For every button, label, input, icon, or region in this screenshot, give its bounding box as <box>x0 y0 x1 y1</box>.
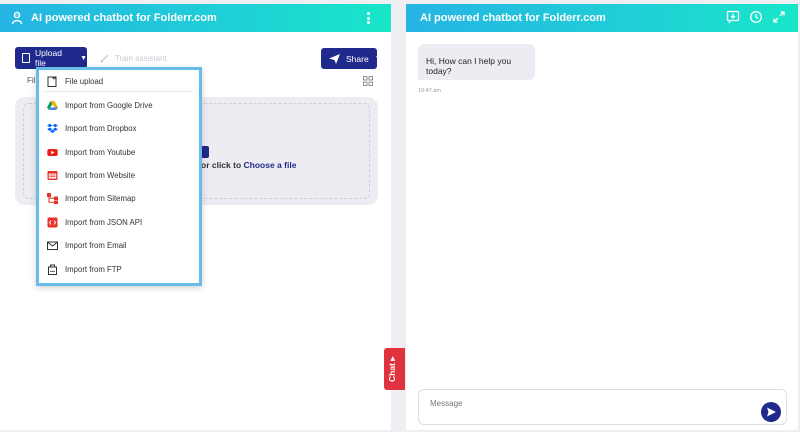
right-header: AI powered chatbot for Folderr.com <box>406 4 798 32</box>
menu-item-json-api[interactable]: Import from JSON API <box>47 214 142 230</box>
upload-file-label: Upload file <box>34 48 62 68</box>
email-icon <box>47 240 58 251</box>
left-panel-title: AI powered chatbot for Folderr.com <box>31 12 217 24</box>
upload-file-button[interactable]: Upload file ▼ <box>15 47 87 69</box>
json-api-icon <box>47 217 58 228</box>
kebab-menu-icon[interactable] <box>367 12 371 24</box>
upload-dropdown-menu: File upload Import from Google Drive Imp… <box>36 67 202 286</box>
share-button[interactable]: Share ▼ <box>321 48 382 69</box>
choose-file-link[interactable]: Choose a file <box>244 160 297 170</box>
send-icon <box>767 407 776 417</box>
menu-item-label: Import from Website <box>65 170 136 180</box>
left-header: AI powered chatbot for Folderr.com <box>0 4 391 32</box>
menu-item-ftp[interactable]: Import from FTP <box>47 261 122 277</box>
dropbox-icon <box>47 123 58 134</box>
files-tab[interactable]: Fil <box>27 76 35 85</box>
menu-item-website[interactable]: Import from Website <box>47 167 135 183</box>
dropzone-text: or click to Choose a file <box>201 160 296 170</box>
robot-icon <box>10 11 24 25</box>
menu-divider <box>45 91 193 92</box>
dropzone-text-prefix: or click to <box>201 160 244 170</box>
menu-item-label: File upload <box>65 76 104 86</box>
menu-item-label: Import from Sitemap <box>65 193 136 203</box>
document-icon <box>22 53 30 63</box>
menu-item-sitemap[interactable]: Import from Sitemap <box>47 190 136 206</box>
sitemap-icon <box>47 192 58 204</box>
menu-item-label: Import from Email <box>65 240 127 250</box>
menu-item-google-drive[interactable]: Import from Google Drive <box>47 97 153 113</box>
file-add-icon <box>47 76 58 87</box>
menu-item-label: Import from JSON API <box>65 217 143 227</box>
menu-item-label: Import from Youtube <box>65 147 136 157</box>
train-assistant-button[interactable]: Train assistant <box>100 54 167 63</box>
left-panel: AI powered chatbot for Folderr.com Uploa… <box>0 4 391 430</box>
menu-item-file-upload[interactable]: File upload <box>47 73 103 89</box>
header-actions <box>726 10 786 24</box>
menu-item-youtube[interactable]: Import from Youtube <box>47 144 135 160</box>
chat-tab-label: Chat ▸ <box>387 356 397 382</box>
train-assistant-label: Train assistant <box>115 54 167 63</box>
history-icon[interactable] <box>749 10 763 24</box>
message-composer <box>418 389 787 425</box>
menu-item-label: Import from Google Drive <box>65 100 153 110</box>
youtube-icon <box>47 147 58 158</box>
menu-item-email[interactable]: Import from Email <box>47 237 127 253</box>
message-input[interactable] <box>430 399 730 408</box>
right-panel: AI powered chatbot for Folderr.com Hi, H… <box>406 4 798 430</box>
share-label: Share <box>346 53 369 64</box>
google-drive-icon <box>47 100 58 111</box>
expand-icon[interactable] <box>772 10 786 24</box>
caret-down-icon: ▼ <box>374 55 382 62</box>
menu-item-label: Import from Dropbox <box>65 123 137 133</box>
message-timestamp: 10:47 am <box>418 88 441 94</box>
download-chat-icon[interactable] <box>726 10 740 24</box>
caret-down-icon: ▼ <box>80 54 87 62</box>
send-button[interactable] <box>761 402 781 422</box>
right-panel-title: AI powered chatbot for Folderr.com <box>420 12 606 24</box>
message-text: Hi, How can I help you today? <box>426 56 512 76</box>
brush-icon <box>100 54 109 63</box>
grid-view-icon[interactable] <box>363 73 373 86</box>
ftp-icon <box>47 264 58 275</box>
menu-item-dropbox[interactable]: Import from Dropbox <box>47 120 137 136</box>
website-icon <box>47 170 58 181</box>
assistant-message-bubble: Hi, How can I help you today? <box>418 44 535 80</box>
menu-item-label: Import from FTP <box>65 264 122 274</box>
chat-toggle-tab[interactable]: Chat ▸ <box>384 348 405 390</box>
send-plane-icon <box>329 53 340 64</box>
